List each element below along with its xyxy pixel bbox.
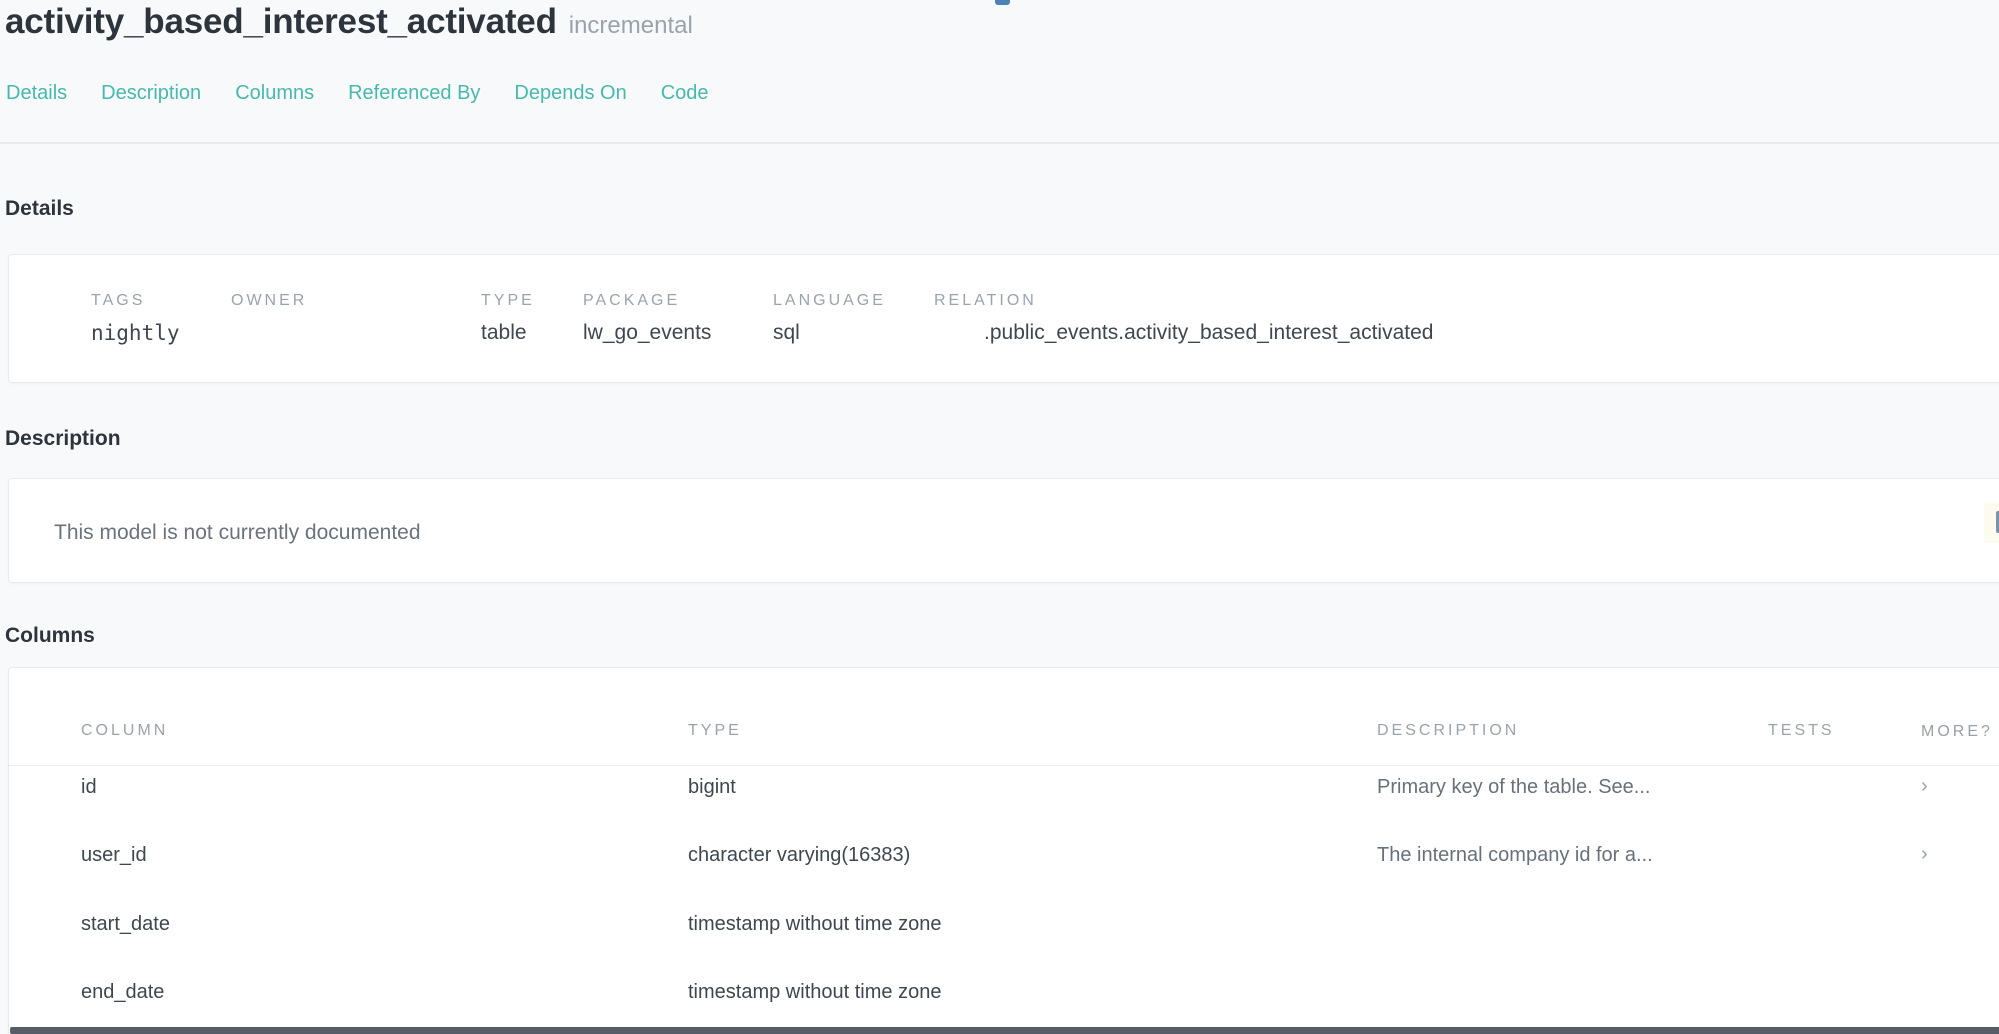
nav-link-referenced-by[interactable]: Referenced By [348,82,480,105]
nav-link-depends-on[interactable]: Depends On [514,82,626,105]
description-card: This model is not currently documented [8,478,1999,583]
chevron-right-icon[interactable]: › [1921,844,1928,864]
clipped-bottom-strip [10,1027,1999,1034]
description-text: This model is not currently documented [54,521,421,545]
column-header-tests: TESTS [1768,722,1835,740]
table-row[interactable]: user_id character varying(16383) The int… [9,844,1999,908]
type-label: TYPE [481,292,535,310]
nav-link-details[interactable]: Details [6,82,67,105]
materialization-badge: incremental [569,12,693,39]
table-header-divider [9,765,1999,766]
package-value: lw_go_events [583,321,711,345]
column-type: timestamp without time zone [688,913,941,936]
package-label: PACKAGE [583,292,680,310]
column-type: timestamp without time zone [688,981,941,1004]
column-header-more: MORE? [1921,722,1993,742]
column-header-type: TYPE [688,722,742,740]
clipped-artifact-top [995,0,1010,5]
columns-section-heading: Columns [5,624,95,648]
column-description: The internal company id for a... [1377,844,1653,867]
description-section-heading: Description [5,427,121,451]
table-row[interactable]: id bigint Primary key of the table. See.… [9,776,1999,840]
details-card: TAGS nightly OWNER TYPE table PACKAGE lw… [8,254,1999,383]
tag-nightly-link[interactable]: nightly [91,321,180,345]
columns-table-header: COLUMN TYPE DESCRIPTION TESTS MORE? [9,722,1999,744]
column-type: bigint [688,776,736,799]
owner-label: OWNER [231,292,307,310]
language-value: sql [773,321,800,345]
nav-link-description[interactable]: Description [101,82,201,105]
column-name: id [81,776,97,799]
language-label: LANGUAGE [773,292,886,310]
model-docs-page: activity_based_interest_activated increme… [0,0,1999,1034]
column-header-description: DESCRIPTION [1377,722,1519,740]
details-section-heading: Details [5,197,74,221]
chevron-right-icon[interactable]: › [1921,776,1928,796]
nav-link-code[interactable]: Code [661,82,709,105]
nav-link-columns[interactable]: Columns [235,82,314,105]
anchor-nav: Details Description Columns Referenced B… [6,82,709,105]
tags-label: TAGS [91,292,145,310]
column-description: Primary key of the table. See... [1377,776,1650,799]
page-title: activity_based_interest_activated [5,2,557,41]
table-row[interactable]: start_date timestamp without time zone [9,913,1999,977]
column-name: user_id [81,844,147,867]
page-header: activity_based_interest_activated increme… [5,2,693,42]
column-type: character varying(16383) [688,844,910,867]
header-divider [0,142,1999,144]
type-value: table [481,321,527,345]
column-name: start_date [81,913,170,936]
column-header-column: COLUMN [81,722,168,740]
relation-value: .public_events.activity_based_interest_a… [984,321,1433,345]
columns-card: COLUMN TYPE DESCRIPTION TESTS MORE? id b… [8,667,1999,1034]
column-name: end_date [81,981,164,1004]
relation-label: RELATION [934,292,1037,310]
